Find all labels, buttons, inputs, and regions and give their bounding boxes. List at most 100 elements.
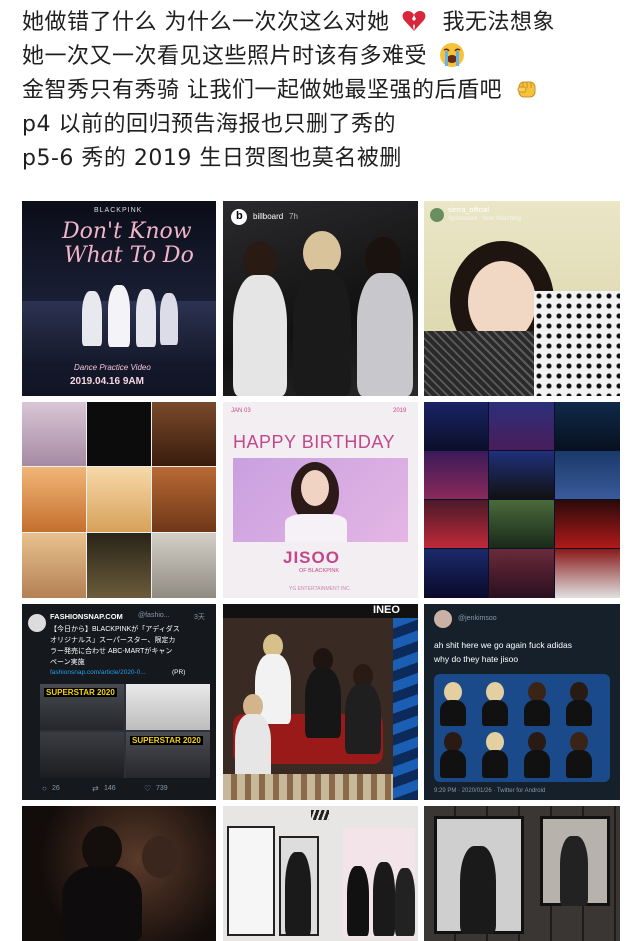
dancer-figure <box>136 289 156 347</box>
tweet-line2: why do they hate jisoo <box>434 654 519 664</box>
collage-cell <box>489 500 554 548</box>
card-credit: YG ENTERTAINMENT INC. <box>289 586 351 592</box>
person-figure <box>347 866 369 936</box>
post-text: 她做错了什么 为什么一次次这么对她 我无法想象 她一次又一次看见这些照片时该有多… <box>22 6 622 176</box>
image-dance-practice-poster[interactable]: BLACKPINK Don't Know What To Do Dance Pr… <box>22 201 216 396</box>
person-figure <box>62 866 142 941</box>
image-dark-room-photo[interactable] <box>22 806 216 941</box>
collage-cell <box>424 402 488 450</box>
account-name: billboard <box>253 212 284 221</box>
collage-cell <box>152 402 216 466</box>
neo-logo: INEO <box>373 604 400 616</box>
person-head <box>528 732 546 752</box>
polka-dress <box>534 291 620 396</box>
image-billboard-post[interactable]: b billboard 7h <box>223 201 418 396</box>
post-line-1: 她做错了什么 为什么一次次这么对她 我无法想象 <box>22 6 622 40</box>
neo-logo-text: NEO <box>376 604 400 616</box>
image-teaser-collage[interactable] <box>22 402 216 598</box>
media-cell <box>126 684 210 730</box>
collage-cell <box>22 402 86 466</box>
image-fashionsnap-tweet[interactable]: FASHIONSNAP.COM @fashio... 3天 【今日から】BLAC… <box>22 604 216 800</box>
pr-label: (PR) <box>172 669 186 676</box>
display-panel <box>227 826 275 936</box>
collage-cell <box>87 533 151 598</box>
retweet-icon[interactable]: ⇄ <box>92 784 99 793</box>
dancer-figure <box>82 291 102 346</box>
account-avatar <box>430 208 444 222</box>
portrait-face <box>301 470 329 506</box>
person-head <box>486 732 504 752</box>
person-figure <box>560 836 588 906</box>
collage-cell <box>555 549 620 598</box>
reply-icon[interactable]: ○ <box>42 784 47 793</box>
collage-cell <box>555 402 620 450</box>
person-figure <box>524 700 550 726</box>
person-figure <box>305 668 341 738</box>
adidas-logo <box>311 810 329 820</box>
superstar-banner: SUPERSTAR 2020 <box>130 736 203 745</box>
song-title-line1: Don't Know <box>62 219 192 244</box>
collage-cell <box>489 402 554 450</box>
collage-cell <box>152 467 216 532</box>
person-figure <box>566 750 592 778</box>
person-head <box>486 682 504 702</box>
sponsored-label: Sponsored · Now Watching <box>448 216 521 222</box>
tweet-footer: 9:29 PM · 2020/01/26 · Twitter for Andro… <box>434 788 546 794</box>
superstar-banner: SUPERSTAR 2020 <box>44 688 117 697</box>
person-figure <box>285 852 311 936</box>
account-handle: @fashio... <box>138 612 170 619</box>
card-year: 2019 <box>393 408 407 414</box>
tweet-time: 3天 <box>194 614 205 621</box>
person-figure <box>460 846 496 934</box>
image-birthday-card[interactable]: JAN 03 2019 HAPPY BIRTHDAY JISOO OF BLAC… <box>223 402 418 598</box>
person-figure <box>373 862 395 936</box>
card-date: JAN 03 <box>231 408 251 414</box>
reply-count: 26 <box>52 785 60 792</box>
person-figure <box>566 700 592 726</box>
post-line-1-tail: 我无法想象 <box>442 10 556 35</box>
image-twitter-screenshot[interactable]: @jenkimsoo ah shit here we go again fuck… <box>424 604 620 800</box>
image-instagram-post[interactable]: sierra_official Sponsored · Now Watching <box>424 201 620 396</box>
tweet-link[interactable]: fashionsnap.com/article/2020-0... <box>50 669 146 676</box>
person-head <box>570 682 588 702</box>
retweet-count: 146 <box>104 785 116 792</box>
like-icon[interactable]: ♡ <box>144 784 151 793</box>
rug <box>223 774 393 800</box>
collage-cell <box>22 533 86 598</box>
person-figure <box>524 750 550 778</box>
image-stage-collage[interactable] <box>424 402 620 598</box>
account-avatar <box>28 614 46 632</box>
person-figure <box>440 750 466 778</box>
post-line-5: p5-6 秀的 2019 生日贺图也莫名被删 <box>22 146 402 171</box>
collage-cell <box>152 533 216 598</box>
collage-cell <box>555 451 620 499</box>
person-head <box>444 732 462 752</box>
post-time: 7h <box>289 212 298 221</box>
side-stripe <box>393 618 418 800</box>
tweet-text-line4: ペーン実施 <box>50 659 85 666</box>
media-cell <box>40 732 124 778</box>
person-head <box>142 836 178 878</box>
person-figure <box>293 269 351 396</box>
birthday-name: JISOO <box>283 548 340 567</box>
collage-cell <box>489 549 554 598</box>
post-line-1-text: 她做错了什么 为什么一次次这么对她 <box>22 10 390 35</box>
image-store-wall-photo[interactable] <box>424 806 620 941</box>
video-subtitle: Dance Practice Video <box>74 363 151 372</box>
person-figure <box>345 684 381 754</box>
image-adidas-store-photo[interactable] <box>223 806 418 941</box>
collage-cell <box>22 467 86 532</box>
dancer-figure <box>108 285 130 347</box>
person-figure <box>440 700 466 726</box>
post-line-2: 她一次又一次看见这些照片时该有多难受 <box>22 40 622 74</box>
collage-cell <box>489 451 554 499</box>
image-adidas-group-photo[interactable]: INEO <box>223 604 418 800</box>
person-head <box>528 682 546 702</box>
post-line-3-text: 金智秀只有秀骑 让我们一起做她最坚强的后盾吧 <box>22 78 502 103</box>
person-figure <box>482 700 508 726</box>
account-avatar <box>434 610 452 628</box>
account-name: FASHIONSNAP.COM <box>50 612 123 621</box>
song-title-line2: What To Do <box>64 243 194 268</box>
tweet-line1: ah shit here we go again fuck adidas <box>434 640 572 650</box>
tweet-text-line2: オリジナルス」スーパースター、限定カ <box>50 637 176 644</box>
